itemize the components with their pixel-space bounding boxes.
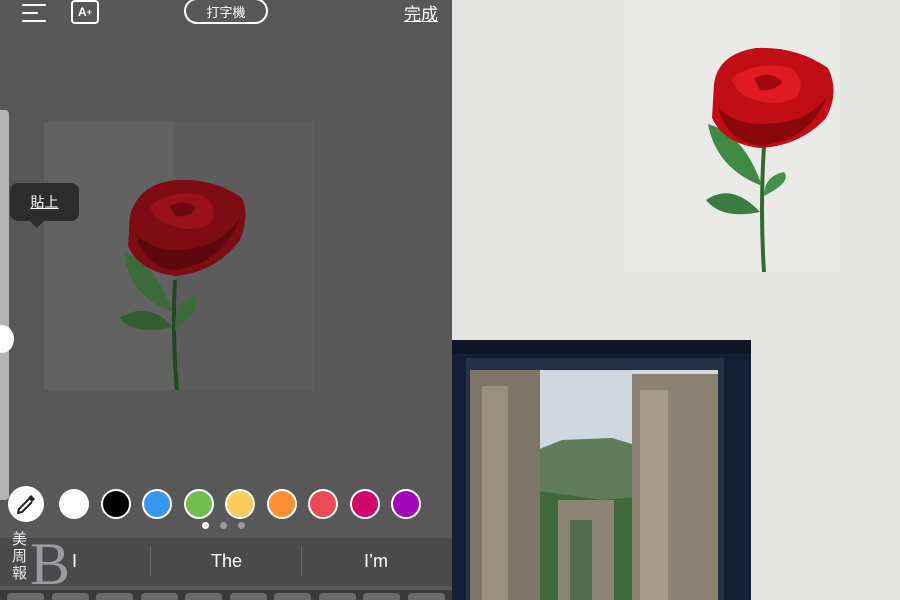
text-align-button[interactable] bbox=[22, 2, 50, 24]
color-swatch-black[interactable] bbox=[100, 489, 131, 519]
keyboard-key[interactable] bbox=[7, 593, 44, 600]
keyboard-key[interactable] bbox=[363, 593, 400, 600]
svg-text:B: B bbox=[30, 531, 70, 590]
watermark-char-2: 周 bbox=[12, 548, 28, 565]
font-selector-button[interactable]: 打字機 bbox=[184, 0, 268, 24]
suggestion-divider bbox=[150, 546, 151, 576]
keyboard-key[interactable] bbox=[96, 593, 133, 600]
text-effect-button[interactable]: A + bbox=[71, 0, 99, 24]
paste-popup-button[interactable]: 貼上 bbox=[10, 183, 79, 228]
palette-page-dot bbox=[238, 522, 245, 529]
color-swatch-white[interactable] bbox=[59, 489, 89, 519]
rose-icon bbox=[120, 179, 246, 390]
keyboard-key[interactable] bbox=[274, 593, 311, 600]
palette-page-dot bbox=[202, 522, 209, 529]
color-swatch-yellow[interactable] bbox=[225, 489, 255, 519]
window-view-photo bbox=[452, 340, 751, 600]
font-name: 打字機 bbox=[206, 4, 246, 20]
palette-page-dot bbox=[220, 522, 227, 529]
rose-image-icon bbox=[706, 47, 834, 272]
landscape-image-icon bbox=[452, 340, 751, 600]
suggestion-divider bbox=[301, 546, 302, 576]
color-swatch-blue[interactable] bbox=[142, 489, 172, 519]
text-effect-label: A bbox=[78, 5, 87, 19]
color-swatch-red[interactable] bbox=[308, 489, 338, 519]
color-swatch-orange[interactable] bbox=[266, 489, 297, 519]
watermark-logo: B 美 周 報 bbox=[8, 528, 70, 590]
keyboard-key[interactable] bbox=[140, 593, 178, 600]
keyboard-top-row bbox=[0, 590, 452, 600]
color-swatch-green[interactable] bbox=[183, 489, 214, 519]
keyboard-key[interactable] bbox=[185, 593, 222, 600]
palette-page-indicator bbox=[202, 522, 252, 530]
text-color-palette bbox=[0, 486, 452, 522]
watermark-char-3: 報 bbox=[12, 565, 28, 582]
text-size-slider[interactable] bbox=[0, 110, 9, 500]
story-text-editor: A + 打字機 完成 貼上 I The I’m B 美 周 報 bbox=[0, 0, 452, 600]
suggestion-1[interactable]: I bbox=[72, 551, 77, 572]
suggestion-2[interactable]: The bbox=[211, 551, 242, 572]
keyboard-key[interactable] bbox=[407, 593, 445, 600]
color-swatch-purple[interactable] bbox=[391, 489, 421, 519]
pasted-rose-photo[interactable] bbox=[44, 122, 314, 390]
keyboard-key[interactable] bbox=[51, 593, 89, 600]
done-button[interactable]: 完成 bbox=[404, 0, 438, 25]
keyboard-key[interactable] bbox=[318, 593, 356, 600]
paste-label: 貼上 bbox=[30, 194, 59, 210]
eyedropper-icon bbox=[17, 495, 35, 514]
text-size-slider-handle[interactable] bbox=[0, 325, 14, 353]
rose-photo bbox=[624, 0, 840, 272]
keyboard-key[interactable] bbox=[229, 593, 267, 600]
color-swatch-pink[interactable] bbox=[349, 489, 380, 519]
eyedropper-button[interactable] bbox=[8, 486, 44, 522]
suggestion-3[interactable]: I’m bbox=[364, 551, 388, 572]
watermark-char-1: 美 bbox=[12, 531, 28, 548]
text-effect-plus: + bbox=[86, 7, 92, 17]
